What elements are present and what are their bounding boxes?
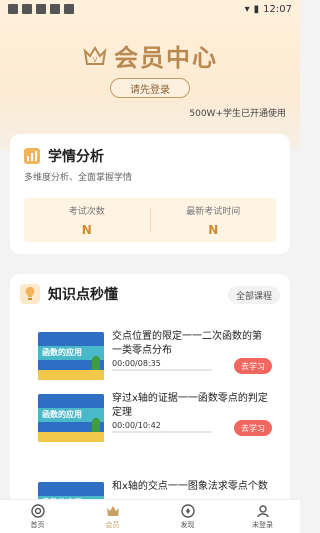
app-icon (8, 4, 18, 14)
tab-label: 发现 (180, 520, 195, 529)
course-item[interactable]: 函数的应用 穿过x轴的证据一一函数零点的判定定理 00:00/10:42 去学习 (22, 386, 272, 442)
analysis-header: 学情分析 (24, 146, 104, 166)
course-thumbnail[interactable]: 函数的应用 (38, 394, 104, 442)
tab-label: 会员 (105, 520, 120, 529)
analysis-stats: 考试次数 N 最新考试时间 N (24, 198, 276, 242)
tab-label: 未登录 (252, 520, 273, 529)
bar-chart-icon (24, 148, 40, 164)
lightbulb-icon (20, 284, 40, 304)
course-progress-bar (112, 369, 212, 371)
svg-text:V: V (93, 56, 98, 64)
crown-icon: V (83, 45, 107, 65)
thumbnail-text: 函数的应用 (42, 348, 82, 357)
image-icon (50, 4, 60, 14)
home-icon (30, 503, 45, 518)
app-icon (36, 4, 46, 14)
knowledge-header: 知识点秒懂 (20, 284, 118, 304)
file-icon (64, 4, 74, 14)
course-title: 和x轴的交点一一图象法求零点个数 (112, 481, 268, 492)
course-time: 00:00/08:35 (112, 359, 161, 368)
course-time: 00:00/10:42 (112, 421, 161, 430)
page-title: 会员中心 (114, 44, 218, 72)
study-button[interactable]: 去学习 (234, 358, 272, 374)
notification-icons (8, 4, 74, 14)
exam-count-stat: 考试次数 N (24, 198, 150, 242)
course-title: 穿过x轴的证据一一函数零点的判定定理 (112, 393, 268, 418)
study-button[interactable]: 去学习 (234, 420, 272, 436)
discover-icon (180, 503, 195, 518)
course-progress-bar (112, 431, 212, 433)
stat-value: N (81, 222, 92, 237)
analysis-title: 学情分析 (48, 149, 104, 165)
status-time: 12:07 (263, 3, 292, 15)
tree-icon (92, 418, 100, 432)
crown-icon (106, 505, 119, 516)
status-bar: ▾ ▮ 12:07 (0, 0, 300, 18)
analysis-subtitle: 多维度分析、全面掌握学情 (24, 173, 133, 183)
tab-home[interactable]: 首页 (0, 500, 75, 533)
battery-icon: ▮ (253, 3, 260, 15)
tab-member[interactable]: 会员 (75, 500, 150, 533)
page-title-row: V 会员中心 (0, 38, 300, 73)
latest-exam-stat: 最新考试时间 N (151, 198, 277, 242)
tab-label: 首页 (30, 520, 45, 529)
header-background (0, 0, 300, 150)
stat-label: 考试次数 (68, 206, 105, 217)
tab-discover[interactable]: 发现 (150, 500, 225, 533)
tree-icon (92, 356, 100, 370)
usage-note: 500W+学生已开通使用 (189, 109, 286, 119)
course-title: 交点位置的限定一一二次函数的第一类零点分布 (112, 331, 262, 356)
login-button[interactable]: 请先登录 (110, 78, 190, 98)
course-item[interactable]: 函数的应用 交点位置的限定一一二次函数的第一类零点分布 00:00/08:35 … (22, 324, 272, 380)
bottom-tab-bar: 首页 会员 发现 未登录 (0, 499, 300, 533)
course-thumbnail[interactable]: 函数的应用 (38, 332, 104, 380)
all-courses-button[interactable]: 全部课程 (227, 286, 280, 304)
app-icon (22, 4, 32, 14)
knowledge-title: 知识点秒懂 (48, 287, 118, 303)
stat-label: 最新考试时间 (186, 206, 241, 217)
stat-value: N (208, 222, 219, 237)
analysis-card: 学情分析 多维度分析、全面掌握学情 考试次数 N 最新考试时间 N (10, 134, 290, 254)
user-icon (256, 504, 269, 517)
wifi-icon: ▾ (244, 3, 250, 15)
tab-profile[interactable]: 未登录 (225, 500, 300, 533)
thumbnail-ground (38, 370, 104, 380)
thumbnail-text: 函数的应用 (42, 410, 82, 419)
thumbnail-ground (38, 432, 104, 442)
